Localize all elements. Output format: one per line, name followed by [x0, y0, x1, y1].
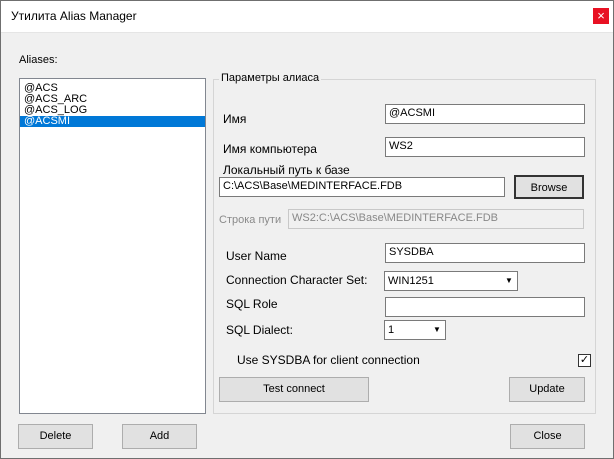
- aliases-label: Aliases:: [19, 54, 58, 66]
- browse-button[interactable]: Browse: [514, 175, 584, 199]
- update-button[interactable]: Update: [509, 377, 585, 402]
- name-field[interactable]: @ACSMI: [385, 104, 585, 124]
- sql-role-label: SQL Role: [226, 297, 278, 311]
- test-connect-button-label: Test connect: [263, 383, 325, 395]
- delete-button[interactable]: Delete: [18, 424, 93, 449]
- user-name-field[interactable]: SYSDBA: [385, 243, 585, 263]
- add-button-label: Add: [149, 430, 170, 442]
- sql-role-field[interactable]: [385, 297, 585, 317]
- path-string-label: Строка пути: [219, 214, 282, 226]
- local-path-field[interactable]: C:\ACS\Base\MEDINTERFACE.FDB: [219, 177, 505, 197]
- local-path-label: Локальный путь к базе: [223, 163, 350, 177]
- alias-list-item-selected[interactable]: @ACSMI: [20, 116, 205, 127]
- aliases-listbox[interactable]: @ACS @ACS_ARC @ACS_LOG @ACSMI: [19, 78, 206, 414]
- title-bar: Утилита Alias Manager ×: [1, 1, 613, 33]
- use-sysdba-label: Use SYSDBA for client connection: [237, 353, 420, 367]
- add-button[interactable]: Add: [122, 424, 197, 449]
- charset-label: Connection Character Set:: [226, 273, 368, 287]
- chevron-down-icon[interactable]: ▼: [501, 272, 517, 290]
- computer-field[interactable]: WS2: [385, 137, 585, 157]
- sql-dialect-select-value: 1: [388, 324, 395, 336]
- path-string-field: WS2:C:\ACS\Base\MEDINTERFACE.FDB: [288, 209, 584, 229]
- user-name-label: User Name: [226, 249, 287, 263]
- chevron-down-icon[interactable]: ▼: [429, 321, 445, 339]
- close-button[interactable]: Close: [510, 424, 585, 449]
- update-button-label: Update: [529, 383, 565, 395]
- computer-label: Имя компьютера: [223, 142, 317, 156]
- close-button-label: Close: [533, 430, 562, 442]
- browse-button-label: Browse: [530, 182, 568, 194]
- use-sysdba-checkbox[interactable]: ✓: [578, 354, 591, 367]
- test-connect-button[interactable]: Test connect: [219, 377, 369, 402]
- alias-params-group-title: Параметры алиаса: [219, 72, 322, 84]
- close-window-icon[interactable]: ×: [593, 8, 609, 24]
- window-title: Утилита Alias Manager: [11, 9, 137, 23]
- charset-select-value: WIN1251: [388, 275, 434, 287]
- delete-button-label: Delete: [39, 430, 72, 442]
- sql-dialect-label: SQL Dialect:: [226, 323, 293, 337]
- name-label: Имя: [223, 112, 247, 126]
- sql-dialect-select[interactable]: 1 ▼: [384, 320, 446, 340]
- charset-select[interactable]: WIN1251 ▼: [384, 271, 518, 291]
